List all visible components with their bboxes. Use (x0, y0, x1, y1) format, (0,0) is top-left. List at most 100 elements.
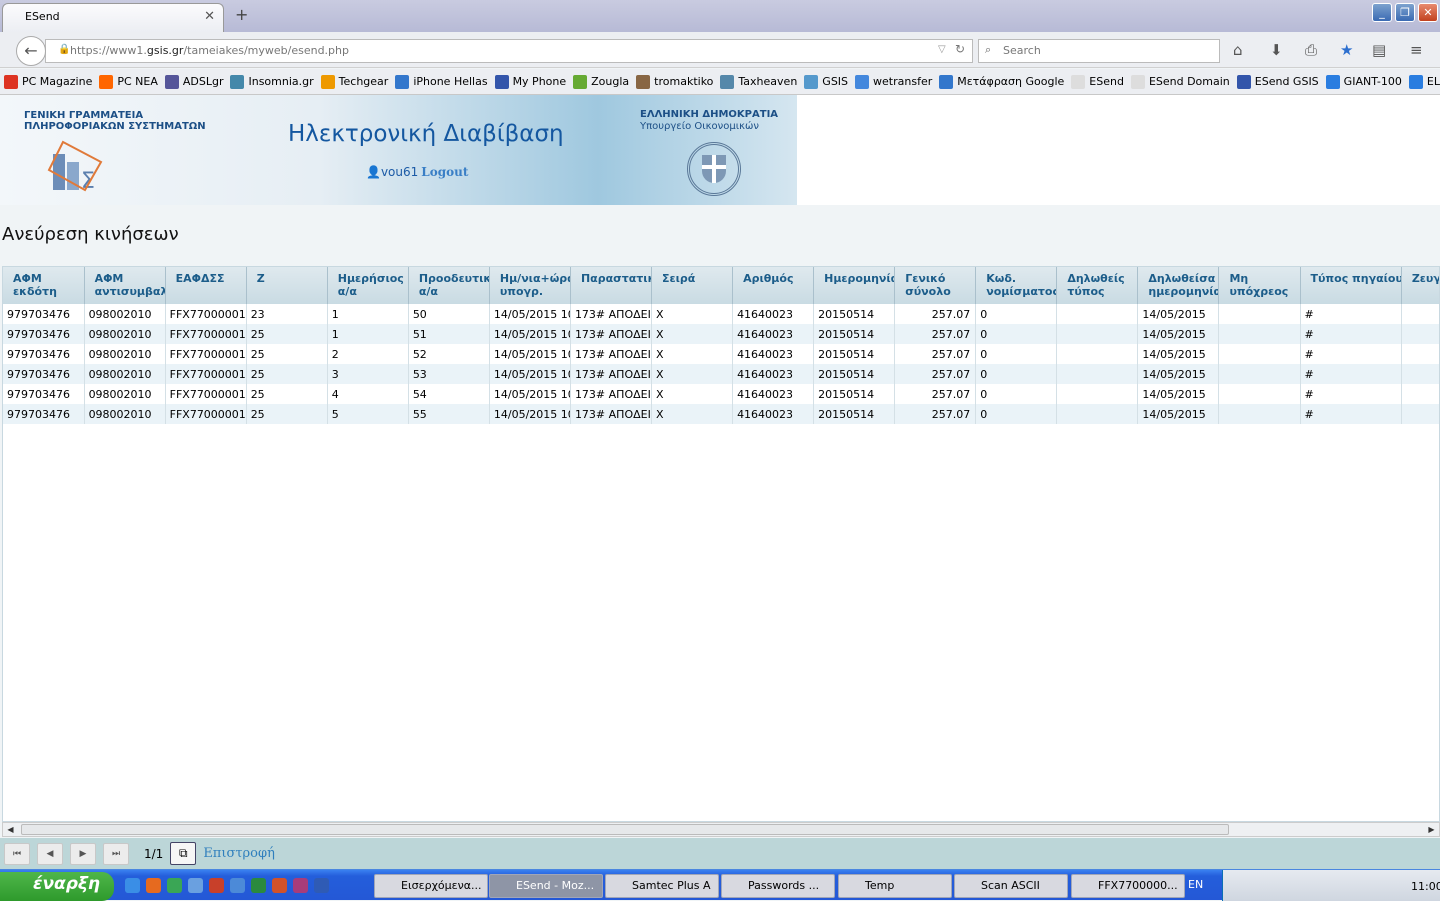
start-button[interactable]: έναρξη (0, 872, 114, 901)
taskbar-window-button[interactable]: Passwords ... (721, 874, 835, 898)
table-cell: 4 (327, 384, 409, 404)
bookmark-item[interactable]: Μετάφραση Google (939, 74, 1064, 89)
table-cell: 257.07 (894, 324, 977, 344)
column-header[interactable]: Δηλωθείσα ημερομηνία (1137, 267, 1220, 304)
table-row[interactable]: 979703476 098002010 FFX77000001 25 4 54 14/05/… (3, 384, 1439, 404)
close-tab-icon[interactable]: ✕ (204, 9, 215, 24)
column-header[interactable]: Γενικό σύνολο (894, 267, 977, 304)
column-header[interactable]: Τύπος πηγαίου (1300, 267, 1402, 304)
table-cell (1218, 364, 1301, 384)
first-page-button[interactable]: ⏮ (4, 842, 30, 865)
column-header[interactable]: Δηλωθείς τύπος (1056, 267, 1139, 304)
column-header[interactable]: ΑΦΜ εκδότη (3, 267, 85, 304)
column-header[interactable]: Ζ (246, 267, 328, 304)
table-row[interactable]: 979703476 098002010 FFX77000001 25 5 55 14/05/… (3, 404, 1439, 424)
bookmark-item[interactable]: ESend (1071, 74, 1124, 89)
word-icon[interactable] (314, 878, 329, 893)
reader-icon[interactable]: ▤ (1372, 41, 1386, 59)
column-header[interactable]: Ημερήσιος α/α (327, 267, 409, 304)
column-header[interactable]: Προοδευτικός α/α (408, 267, 490, 304)
taskbar-window-button[interactable]: Εισερχόμενα... (374, 874, 488, 898)
bookmark-item[interactable]: My Phone (494, 74, 566, 89)
column-header[interactable]: Ημ/νια+ώρα υπογρ. (489, 267, 571, 304)
bookmark-item[interactable]: PC Magazine (4, 74, 92, 89)
column-header[interactable]: Μη υπόχρεος (1218, 267, 1301, 304)
taskbar-window-button[interactable]: Samtec Plus A (605, 874, 719, 898)
column-header[interactable]: Κωδ. νομίσματος (975, 267, 1058, 304)
bookmark-item[interactable]: ELLIX (1408, 74, 1440, 89)
url-bar[interactable]: https://www1.gsis.gr/tameiakes/myweb/ese… (45, 39, 973, 63)
bookmark-item[interactable]: ESend Domain (1130, 74, 1230, 89)
bookmark-item[interactable]: tromaktiko (636, 74, 713, 89)
scroll-left-icon[interactable]: ◀ (3, 823, 18, 836)
taskbar-window-button[interactable]: Temp (838, 874, 952, 898)
ie-icon[interactable] (125, 878, 140, 893)
browser-tab[interactable]: ESend ✕ (2, 3, 224, 32)
bookmark-item[interactable]: Taxheaven (720, 74, 797, 89)
column-header[interactable]: Ημερομηνία (813, 267, 896, 304)
taskbar-window-button[interactable]: ESend - Moz... (489, 874, 603, 898)
outlook-icon[interactable] (188, 878, 203, 893)
firefox-icon[interactable] (146, 878, 161, 893)
table-cell: 20150514 (813, 364, 896, 384)
bookmark-item[interactable]: ESend GSIS (1236, 74, 1319, 89)
app-icon[interactable] (230, 878, 245, 893)
logout-link[interactable]: Logout (421, 165, 468, 179)
column-header[interactable]: ΑΦΜ αντισυμβαλλ (84, 267, 166, 304)
table-cell: 20150514 (813, 404, 896, 424)
minimize-icon[interactable]: _ (1372, 3, 1392, 22)
bookmark-item[interactable]: wetransfer (855, 74, 932, 89)
column-header[interactable]: Αριθμός (732, 267, 815, 304)
bookmark-item[interactable]: GIANT-100 (1325, 74, 1402, 89)
bookmark-item[interactable]: iPhone Hellas (395, 74, 488, 89)
copy-icon[interactable]: ⧉ (170, 842, 197, 865)
dropdown-icon[interactable]: ▽ (938, 44, 946, 55)
last-page-button[interactable]: ⏭ (103, 842, 129, 865)
table-row[interactable]: 979703476 098002010 FFX77000001 25 1 51 14/05/… (3, 324, 1439, 344)
bookmark-item[interactable]: Insomnia.gr (230, 74, 314, 89)
bookmark-item[interactable]: GSIS (804, 74, 848, 89)
bookmark-item[interactable]: Zougla (573, 74, 629, 89)
bookmarks-toolbar: PC Magazine PC NEA ADSLgr Insomnia.gr Techge… (0, 69, 1440, 95)
language-indicator[interactable]: EN (1188, 878, 1203, 891)
new-tab-icon[interactable]: + (235, 5, 248, 24)
download-icon[interactable]: ⬇ (1270, 41, 1283, 59)
scrollbar-thumb[interactable] (21, 824, 1229, 835)
return-link[interactable]: Επιστροφή (203, 846, 275, 861)
column-header[interactable]: ΕΑΦΔΣΣ (165, 267, 247, 304)
bookmark-item[interactable]: ADSLgr (164, 74, 223, 89)
back-arrow-icon[interactable]: ← (16, 36, 46, 66)
table-cell: 2 (327, 344, 409, 364)
column-header[interactable]: Ζευγάρι (1401, 267, 1439, 304)
reload-icon[interactable]: ↻ (955, 42, 965, 56)
powerpoint-icon[interactable] (272, 878, 287, 893)
scroll-right-icon[interactable]: ▶ (1424, 823, 1439, 836)
search-input[interactable]: Search (978, 39, 1220, 63)
bookmark-star-icon[interactable]: ★ (1340, 41, 1353, 59)
table-cell: 23 (246, 304, 328, 324)
table-row[interactable]: 979703476 098002010 FFX77000001 25 3 53 14/05/… (3, 364, 1439, 384)
bookmark-favicon-icon (1236, 74, 1251, 89)
column-header[interactable]: Παραστατικό (570, 267, 653, 304)
table-row[interactable]: 979703476 098002010 FFX77000001 25 2 52 14/05/… (3, 344, 1439, 364)
taskbar-window-button[interactable]: Scan ASCII (954, 874, 1068, 898)
restore-icon[interactable]: ❐ (1395, 3, 1415, 22)
close-window-icon[interactable]: ✕ (1418, 3, 1438, 22)
table-cell (1056, 364, 1139, 384)
taskbar-window-button[interactable]: FFX7700000... (1071, 874, 1185, 898)
horizontal-scrollbar[interactable]: ◀ ▶ (2, 822, 1440, 837)
table-row[interactable]: 979703476 098002010 FFX77000001 23 1 50 14/05/… (3, 304, 1439, 324)
menu-icon[interactable]: ≡ (1410, 41, 1423, 59)
excel-icon[interactable] (251, 878, 266, 893)
home-icon[interactable]: ⌂ (1233, 41, 1243, 59)
table-cell: FFX77000001 (165, 364, 247, 384)
access-icon[interactable] (293, 878, 308, 893)
print-icon[interactable]: ⎙ (1305, 41, 1317, 59)
bookmark-item[interactable]: PC NEA (99, 74, 158, 89)
next-page-button[interactable]: ▶ (70, 842, 96, 865)
bookmark-item[interactable]: Techgear (320, 74, 388, 89)
column-header[interactable]: Σειρά (651, 267, 734, 304)
previous-page-button[interactable]: ◀ (37, 842, 63, 865)
app-icon[interactable] (209, 878, 224, 893)
chrome-icon[interactable] (167, 878, 182, 893)
